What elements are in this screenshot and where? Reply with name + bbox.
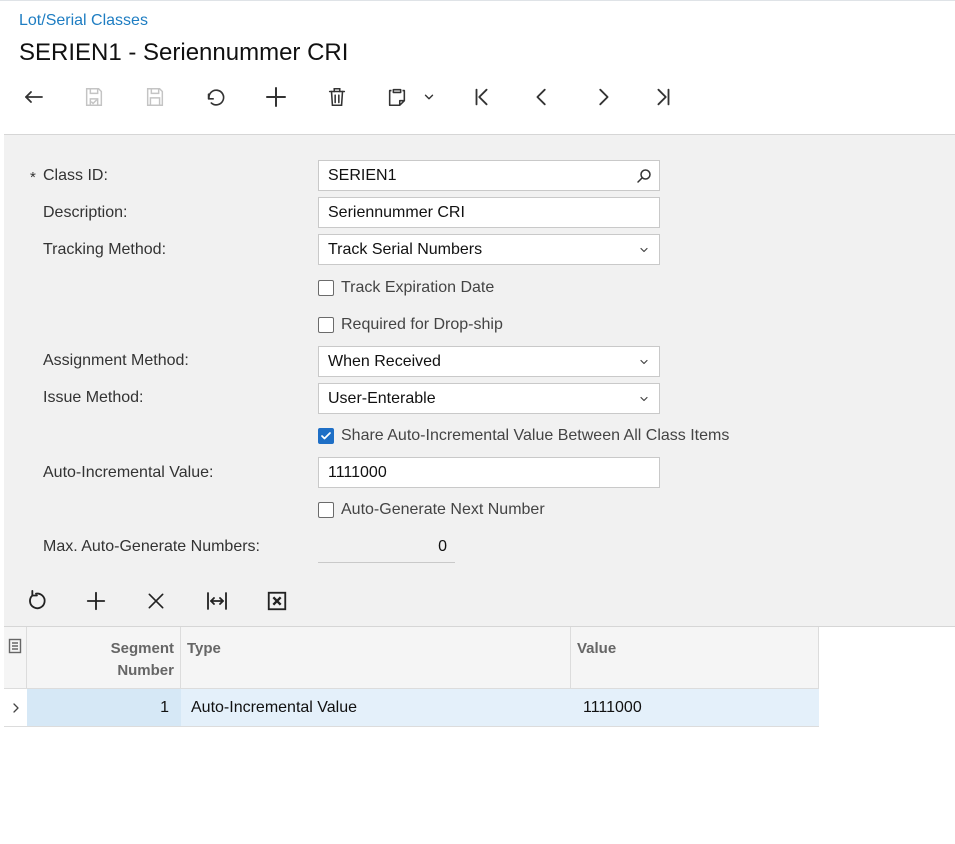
cancel-button[interactable] — [200, 82, 230, 112]
segment-number-header-line1: Segment — [110, 640, 174, 657]
class-id-value: SERIEN1 — [328, 166, 397, 184]
tracking-method-select[interactable]: Track Serial Numbers — [318, 234, 660, 265]
save-button[interactable] — [140, 82, 170, 112]
segment-number-header-line2: Number — [117, 662, 174, 679]
chevron-down-icon — [629, 235, 659, 264]
issue-method-value: User-Enterable — [328, 389, 436, 407]
issue-method-label: Issue Method: — [43, 389, 144, 406]
share-auto-incremental-checkbox[interactable]: Share Auto-Incremental Value Between All… — [318, 427, 729, 445]
chevron-right-icon — [599, 88, 609, 106]
save-icon — [146, 88, 164, 106]
issue-method-select[interactable]: User-Enterable — [318, 383, 660, 414]
previous-record-button[interactable] — [527, 82, 557, 112]
segment-number-cell[interactable]: 1 — [27, 689, 181, 727]
description-label: Description: — [43, 204, 128, 221]
tracking-method-label: Tracking Method: — [43, 241, 167, 258]
clipboard-icon — [388, 88, 406, 107]
assignment-method-value: When Received — [328, 352, 441, 370]
delete-button[interactable] — [322, 82, 352, 112]
row-selector-header[interactable] — [4, 627, 27, 689]
refresh-icon — [29, 590, 46, 610]
last-record-button[interactable] — [648, 82, 678, 112]
chevron-left-icon — [536, 88, 546, 106]
next-record-button[interactable] — [588, 82, 618, 112]
track-expiration-date-label: Track Expiration Date — [341, 279, 495, 296]
chevron-down-icon — [424, 94, 434, 100]
back-arrow-icon — [25, 91, 43, 103]
plus-icon — [266, 87, 286, 107]
description-value: Seriennummer CRI — [328, 203, 465, 221]
undo-icon — [207, 89, 225, 106]
chevron-down-icon — [629, 384, 659, 413]
add-button[interactable] — [261, 82, 291, 112]
chevron-right-icon — [12, 702, 19, 713]
fit-to-screen-button[interactable] — [202, 586, 232, 616]
required-for-drop-ship-checkbox[interactable]: Required for Drop-ship — [318, 316, 503, 334]
refresh-button[interactable] — [21, 586, 51, 616]
top-border — [0, 0, 955, 1]
checkmark-icon — [321, 432, 331, 440]
segment-number-header[interactable]: Segment Number — [27, 627, 181, 689]
auto-generate-next-number-checkbox[interactable]: Auto-Generate Next Number — [318, 501, 545, 519]
auto-incremental-value-label: Auto-Incremental Value: — [43, 464, 214, 481]
segments-grid: Segment Number Type Value 1 Auto-Increme… — [4, 626, 955, 844]
value-cell[interactable]: 1111000 — [571, 689, 819, 727]
back-button[interactable] — [19, 82, 49, 112]
fit-width-icon — [207, 592, 227, 610]
value-header[interactable]: Value — [571, 627, 819, 689]
tracking-method-value: Track Serial Numbers — [328, 240, 483, 258]
auto-incremental-value: 1111000 — [328, 463, 387, 481]
checkbox-box[interactable] — [318, 317, 334, 333]
checkbox-box-checked[interactable] — [318, 428, 334, 444]
save-and-close-button[interactable] — [79, 82, 109, 112]
assignment-method-label: Assignment Method: — [43, 352, 189, 369]
excel-icon — [267, 591, 287, 611]
description-field[interactable]: Seriennummer CRI — [318, 197, 660, 228]
save-close-icon — [85, 88, 103, 106]
delete-row-button[interactable] — [141, 586, 171, 616]
trash-icon — [328, 87, 346, 107]
export-excel-button[interactable] — [262, 586, 292, 616]
auto-incremental-value-field[interactable]: 1111000 — [318, 457, 660, 488]
track-expiration-date-checkbox[interactable]: Track Expiration Date — [318, 279, 494, 297]
page-title: SERIEN1 - Seriennummer CRI — [19, 39, 349, 66]
checkbox-box[interactable] — [318, 280, 334, 296]
copy-paste-dropdown[interactable] — [416, 82, 442, 112]
class-id-label: Class ID: — [43, 167, 108, 184]
type-cell[interactable]: Auto-Incremental Value — [181, 689, 571, 727]
class-id-field[interactable]: SERIEN1 — [318, 160, 660, 191]
share-auto-incremental-label: Share Auto-Incremental Value Between All… — [341, 427, 730, 444]
required-for-drop-ship-label: Required for Drop-ship — [341, 316, 503, 333]
add-row-button[interactable] — [81, 586, 111, 616]
auto-generate-next-number-label: Auto-Generate Next Number — [341, 501, 545, 518]
first-icon — [475, 88, 488, 106]
breadcrumb[interactable]: Lot/Serial Classes — [19, 12, 148, 30]
value-header-label: Value — [577, 640, 617, 657]
plus-icon — [86, 591, 106, 611]
row-selector[interactable] — [4, 689, 27, 727]
copy-paste-button[interactable] — [382, 82, 412, 112]
file-icon — [8, 638, 22, 654]
checkbox-box[interactable] — [318, 502, 334, 518]
type-header-label: Type — [187, 640, 221, 657]
required-marker: * — [30, 169, 36, 186]
type-header[interactable]: Type — [181, 627, 571, 689]
first-record-button[interactable] — [467, 82, 497, 112]
last-icon — [657, 88, 670, 106]
assignment-method-select[interactable]: When Received — [318, 346, 660, 377]
max-auto-generate-label: Max. Auto-Generate Numbers: — [43, 538, 260, 555]
search-icon[interactable] — [629, 161, 659, 190]
max-auto-generate-field[interactable]: 0 — [318, 532, 455, 563]
close-icon — [148, 593, 164, 609]
chevron-down-icon — [629, 347, 659, 376]
